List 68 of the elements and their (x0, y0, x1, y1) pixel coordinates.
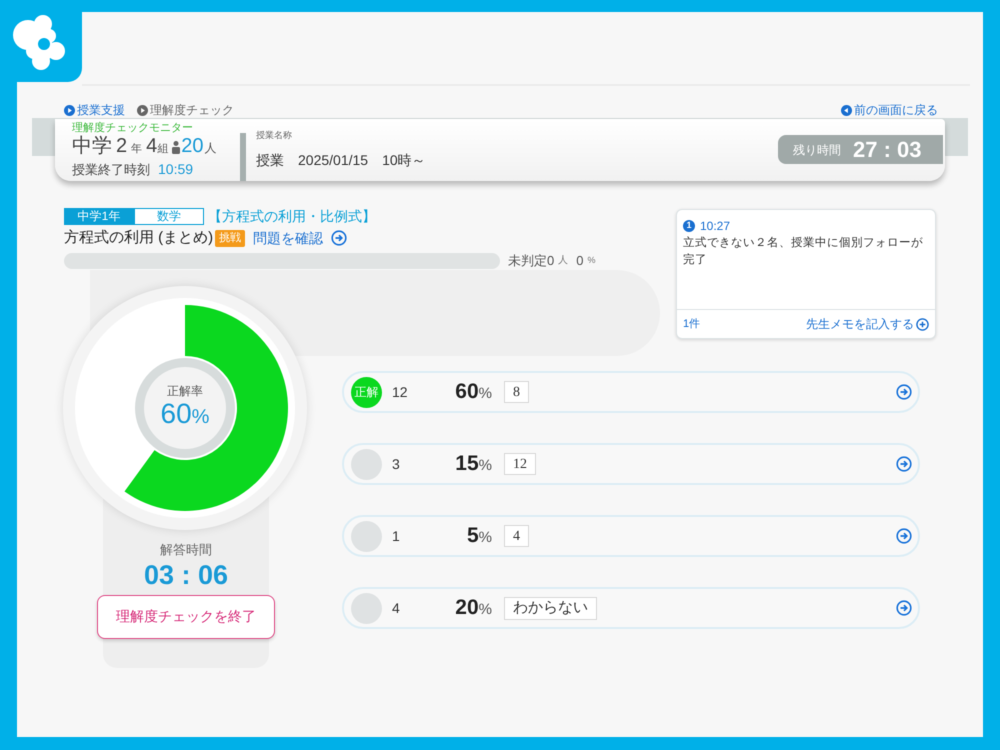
pending-unit: 人 (558, 254, 568, 268)
monitor-label: 理解度チェックモニター (72, 121, 194, 135)
class-number: 4 (146, 135, 158, 157)
percent-unit: % (478, 384, 492, 404)
memo-text: 立式できない２名、授業中に個別フォローが完了 (683, 235, 924, 268)
end-time: 10:59 (158, 160, 194, 178)
answer-value: 12 (504, 453, 536, 475)
rate-label: 正解率 (167, 384, 203, 398)
answer-count: 12 (392, 382, 409, 402)
end-check-button[interactable]: 理解度チェックを終了 (97, 594, 275, 638)
arrow-circle-icon[interactable] (896, 528, 912, 544)
answer-row[interactable]: 1 5% 4 (342, 515, 920, 557)
student-count: 20 (181, 135, 204, 157)
remaining-label: 残り時間 (793, 142, 841, 158)
answer-count: 1 (392, 526, 401, 546)
lesson-name: 授業 2025/01/15 10時～ (256, 150, 426, 170)
arrow-circle-icon[interactable] (331, 230, 348, 246)
answer-time: 03 : 06 (144, 560, 228, 590)
subject-tag: 数学 (134, 208, 204, 224)
unit-title: 【方程式の利用・比例式】 (208, 206, 376, 226)
question-title: 方程式の利用 (まとめ) (64, 228, 214, 248)
memo-number: 1 (683, 220, 695, 232)
add-memo-link[interactable]: 先生メモを記入する (806, 315, 914, 333)
memo-time: 10:27 (700, 218, 730, 235)
answer-row[interactable]: 正解 12 60% 8 (342, 371, 920, 413)
answer-value: 4 (504, 525, 529, 547)
remaining-time: 27 : 03 (853, 136, 922, 164)
arrow-circle-icon[interactable] (896, 456, 912, 472)
percent-unit: % (478, 456, 492, 476)
rate-unit: % (192, 405, 210, 430)
lesson-name-label: 授業名称 (256, 129, 293, 142)
memo-count: 1件 (683, 316, 700, 332)
play-circle-icon (64, 104, 75, 116)
answer-time-label: 解答時間 (160, 541, 212, 559)
check-question-link[interactable]: 問題を確認 (253, 228, 324, 248)
arrow-circle-icon[interactable] (896, 600, 912, 616)
back-link[interactable]: 前の画面に戻る (854, 101, 938, 119)
answer-count: 3 (392, 454, 401, 474)
count-unit: 人 (204, 140, 216, 157)
answer-value: わからない (504, 596, 597, 620)
percent-unit: % (478, 600, 492, 620)
grade-tag: 中学1年 (64, 208, 134, 224)
year-number: 2 (116, 135, 128, 157)
answer-count: 4 (392, 598, 401, 618)
plus-circle-icon (916, 318, 929, 330)
answer-percent: 5 (466, 523, 479, 550)
arrow-circle-icon[interactable] (896, 384, 912, 400)
answer-percent: 20 (455, 595, 479, 622)
class-unit: 組 (157, 142, 168, 157)
play-circle-icon (137, 104, 148, 116)
percent-unit: % (478, 528, 492, 548)
correct-badge: 正解 (351, 376, 382, 408)
year-unit: 年 (131, 142, 142, 157)
answer-value: 8 (504, 381, 529, 403)
answer-row[interactable]: 4 20% わからない (342, 587, 920, 629)
breadcrumb-link[interactable]: 理解度チェック (150, 101, 234, 119)
answer-row[interactable]: 3 15% 12 (342, 443, 920, 485)
answer-percent: 60 (455, 379, 479, 406)
rate-value: 60 (160, 398, 192, 430)
pending-percent: 0 (576, 252, 584, 270)
end-time-label: 授業終了時刻 (72, 161, 150, 179)
pending-label: 未判定0 (508, 252, 554, 270)
answer-percent: 15 (455, 451, 479, 478)
person-icon (172, 141, 180, 154)
pending-percent-unit: % (587, 254, 596, 267)
grade-text: 中学 (72, 135, 112, 157)
challenge-badge: 挑戦 (215, 230, 246, 246)
breadcrumb-link[interactable]: 授業支援 (77, 101, 125, 119)
